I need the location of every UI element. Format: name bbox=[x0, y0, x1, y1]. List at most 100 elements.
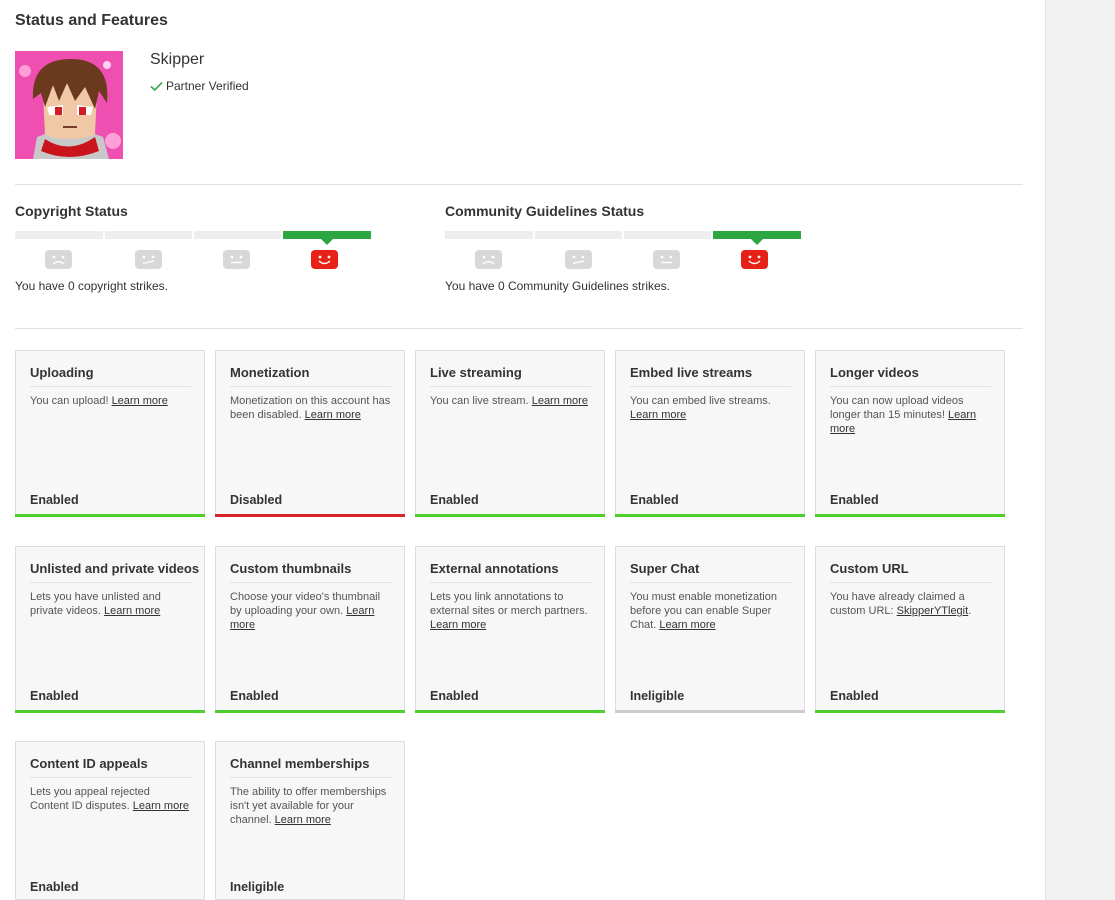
feature-description: You can live stream. Learn more bbox=[430, 395, 588, 407]
learn-more-link[interactable]: Learn more bbox=[104, 605, 160, 617]
happy-face-icon bbox=[741, 250, 768, 269]
feature-status: Disabled bbox=[230, 493, 283, 507]
feature-card-content-id-appeals: Content ID appeals Lets you appeal rejec… bbox=[15, 741, 205, 900]
feature-status: Enabled bbox=[630, 493, 679, 507]
feature-status: Ineligible bbox=[230, 880, 285, 894]
learn-more-link[interactable]: Learn more bbox=[305, 409, 361, 421]
neutral-face-icon bbox=[223, 250, 250, 269]
status-bar bbox=[615, 514, 805, 517]
copyright-status-title: Copyright Status bbox=[15, 203, 128, 219]
feature-title: Custom thumbnails bbox=[230, 561, 391, 583]
page-title: Status and Features bbox=[15, 12, 168, 29]
feature-status: Enabled bbox=[230, 689, 279, 703]
status-bar bbox=[415, 710, 605, 713]
learn-more-link[interactable]: Learn more bbox=[659, 619, 715, 631]
feature-title: Embed live streams bbox=[630, 365, 791, 387]
verified-status: Partner Verified bbox=[150, 79, 249, 93]
feature-card-unlisted-private-videos: Unlisted and private videos Lets you hav… bbox=[15, 546, 205, 713]
feature-card-uploading: Uploading You can upload! Learn more Ena… bbox=[15, 350, 205, 517]
feature-status: Enabled bbox=[30, 493, 79, 507]
meter-segment bbox=[624, 231, 711, 239]
community-guidelines-status: Community Guidelines Status You have 0 C… bbox=[445, 203, 805, 293]
meter-segment-active bbox=[713, 231, 801, 245]
feature-description: You can now upload videos longer than 15… bbox=[830, 395, 977, 435]
meter-segment bbox=[194, 231, 281, 239]
copyright-strikes-text: You have 0 copyright strikes. bbox=[15, 279, 168, 293]
feature-title: Monetization bbox=[230, 365, 391, 387]
feature-card-live-streaming: Live streaming You can live stream. Lear… bbox=[415, 350, 605, 517]
feature-description: Lets you appeal rejected Content ID disp… bbox=[30, 786, 189, 812]
feature-title: Super Chat bbox=[630, 561, 791, 583]
feature-title: Custom URL bbox=[830, 561, 991, 583]
feature-status: Ineligible bbox=[630, 689, 685, 703]
feature-status: Enabled bbox=[830, 689, 879, 703]
feature-card-longer-videos: Longer videos You can now upload videos … bbox=[815, 350, 1005, 517]
uneasy-face-icon bbox=[565, 250, 592, 269]
divider bbox=[15, 184, 1023, 185]
feature-card-embed-live-streams: Embed live streams You can embed live st… bbox=[615, 350, 805, 517]
divider bbox=[15, 328, 1023, 329]
feature-status: Enabled bbox=[430, 689, 479, 703]
feature-status: Enabled bbox=[30, 880, 79, 894]
meter-segment bbox=[15, 231, 103, 239]
status-bar bbox=[415, 514, 605, 517]
meter-segment bbox=[535, 231, 622, 239]
neutral-face-icon bbox=[653, 250, 680, 269]
feature-description: Lets you link annotations to external si… bbox=[430, 591, 588, 631]
status-bar bbox=[215, 710, 405, 713]
status-bar bbox=[815, 710, 1005, 713]
feature-card-external-annotations: External annotations Lets you link annot… bbox=[415, 546, 605, 713]
feature-description: The ability to offer memberships isn't y… bbox=[230, 786, 387, 826]
learn-more-link[interactable]: Learn more bbox=[532, 395, 588, 407]
meter-segment bbox=[105, 231, 192, 239]
feature-title: Content ID appeals bbox=[30, 756, 191, 778]
community-strikes-text: You have 0 Community Guidelines strikes. bbox=[445, 279, 670, 293]
feature-description: You have already claimed a custom URL: S… bbox=[830, 591, 972, 617]
feature-card-channel-memberships: Channel memberships The ability to offer… bbox=[215, 741, 405, 900]
status-bar bbox=[615, 710, 805, 713]
feature-description: Monetization on this account has been di… bbox=[230, 395, 391, 421]
copyright-meter bbox=[15, 231, 375, 271]
feature-card-monetization: Monetization Monetization on this accoun… bbox=[215, 350, 405, 517]
feature-description: Choose your video's thumbnail by uploadi… bbox=[230, 591, 381, 631]
checkmark-icon bbox=[150, 81, 163, 91]
feature-description: You can embed live streams. Learn more bbox=[630, 395, 771, 421]
meter-segment-active bbox=[283, 231, 371, 245]
feature-title: Uploading bbox=[30, 365, 191, 387]
right-side-panel bbox=[1045, 0, 1115, 900]
status-bar bbox=[815, 514, 1005, 517]
meter-segment bbox=[445, 231, 533, 239]
status-bar bbox=[15, 710, 205, 713]
feature-description: You can upload! Learn more bbox=[30, 395, 168, 407]
feature-status: Enabled bbox=[430, 493, 479, 507]
feature-card-custom-thumbnails: Custom thumbnails Choose your video's th… bbox=[215, 546, 405, 713]
feature-description: Lets you have unlisted and private video… bbox=[30, 591, 161, 617]
status-bar bbox=[215, 514, 405, 517]
feature-card-custom-url: Custom URL You have already claimed a cu… bbox=[815, 546, 1005, 713]
feature-status: Enabled bbox=[830, 493, 879, 507]
feature-title: Live streaming bbox=[430, 365, 591, 387]
community-meter bbox=[445, 231, 805, 271]
verified-label: Partner Verified bbox=[166, 79, 249, 93]
sad-face-icon bbox=[45, 250, 72, 269]
copyright-status: Copyright Status You have 0 copyright st… bbox=[15, 203, 375, 293]
feature-title: External annotations bbox=[430, 561, 591, 583]
feature-title: Channel memberships bbox=[230, 756, 391, 778]
community-status-title: Community Guidelines Status bbox=[445, 203, 645, 219]
learn-more-link[interactable]: Learn more bbox=[630, 409, 686, 421]
feature-status: Enabled bbox=[30, 689, 79, 703]
learn-more-link[interactable]: Learn more bbox=[133, 800, 189, 812]
channel-avatar bbox=[15, 51, 123, 159]
status-bar bbox=[15, 514, 205, 517]
feature-title: Unlisted and private videos bbox=[30, 561, 199, 583]
feature-description: You must enable monetization before you … bbox=[630, 591, 777, 631]
feature-card-super-chat: Super Chat You must enable monetization … bbox=[615, 546, 805, 713]
learn-more-link[interactable]: Learn more bbox=[275, 814, 331, 826]
uneasy-face-icon bbox=[135, 250, 162, 269]
custom-url-link[interactable]: SkipperYTlegit bbox=[897, 605, 969, 617]
happy-face-icon bbox=[311, 250, 338, 269]
learn-more-link[interactable]: Learn more bbox=[112, 395, 168, 407]
feature-title: Longer videos bbox=[830, 365, 991, 387]
learn-more-link[interactable]: Learn more bbox=[430, 619, 486, 631]
channel-name: Skipper bbox=[150, 51, 205, 68]
